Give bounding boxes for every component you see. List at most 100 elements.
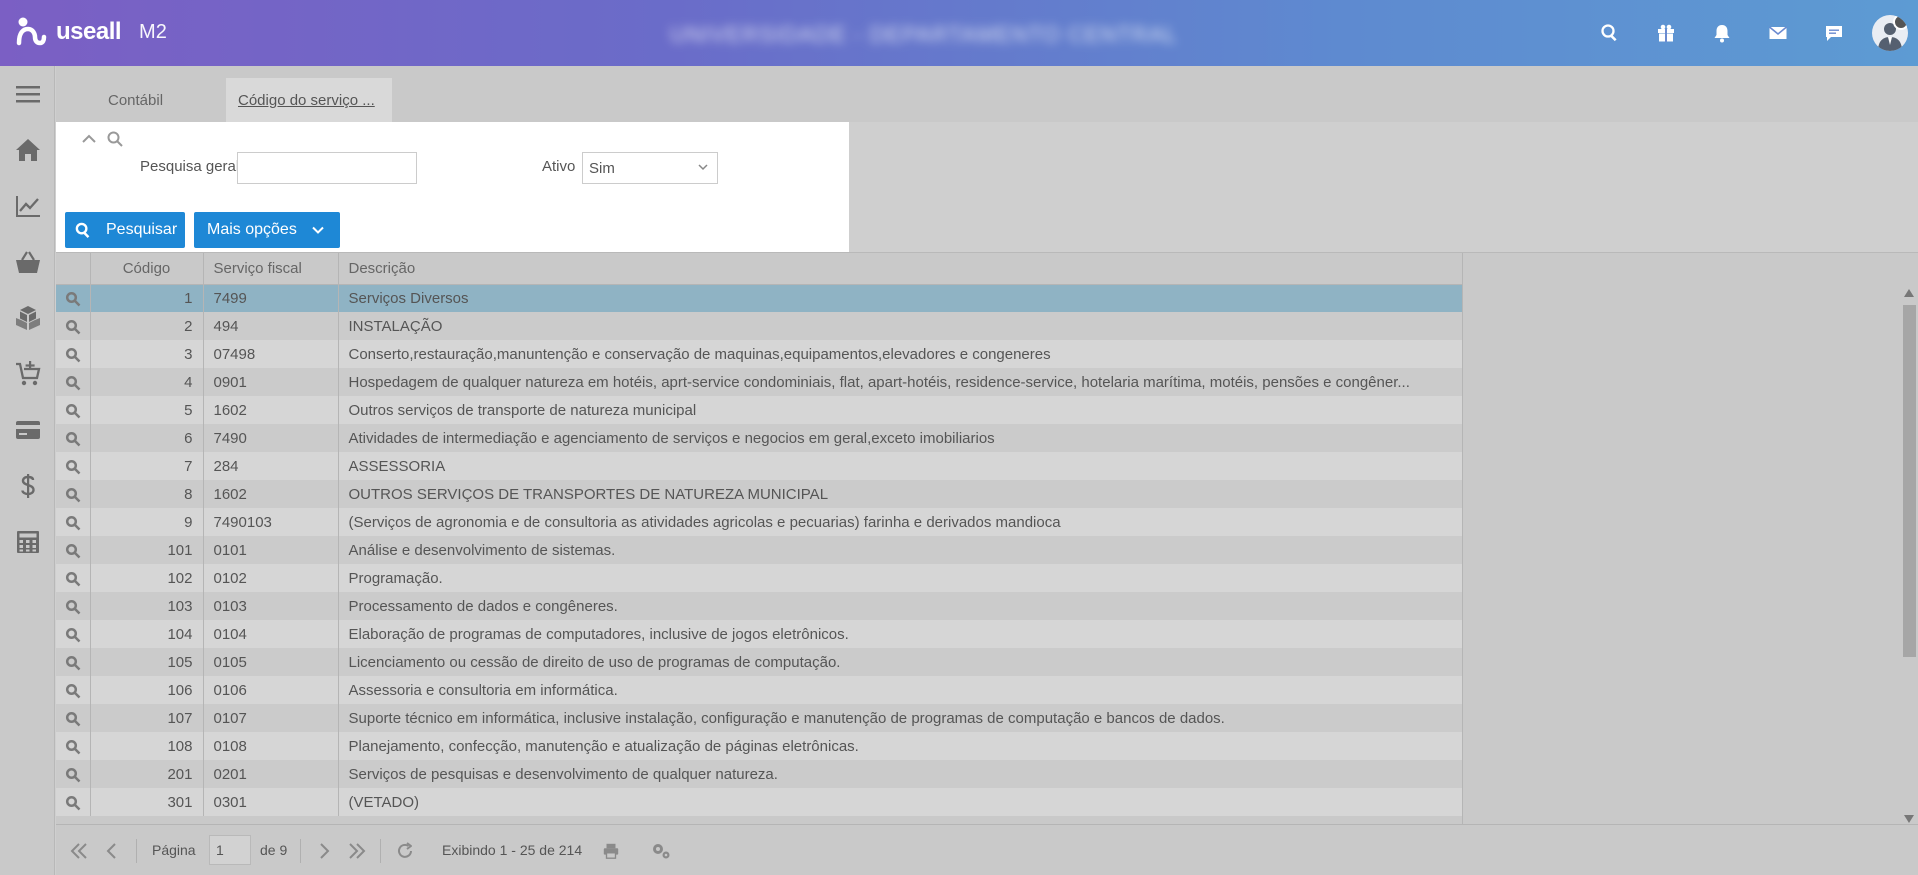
chevron-up-icon[interactable] bbox=[80, 130, 98, 148]
next-page-icon[interactable] bbox=[314, 841, 336, 861]
view-row-icon[interactable] bbox=[65, 403, 81, 419]
user-avatar[interactable] bbox=[1872, 15, 1908, 51]
calculator-icon[interactable] bbox=[0, 514, 55, 570]
filter-panel: Pesquisa geral Ativo Sim Pesquisar Mais … bbox=[56, 122, 849, 252]
table-row[interactable]: 104 0104 Elaboração de programas de comput… bbox=[56, 620, 1463, 648]
table-row[interactable]: 201 0201 Serviços de pesquisas e desenvolv… bbox=[56, 760, 1463, 788]
dollar-icon[interactable] bbox=[0, 458, 55, 514]
view-row-icon[interactable] bbox=[65, 459, 81, 475]
table-row[interactable]: 106 0106 Assessoria e consultoria em infor… bbox=[56, 676, 1463, 704]
scroll-down-icon[interactable] bbox=[1904, 815, 1914, 823]
view-row-icon[interactable] bbox=[65, 627, 81, 643]
search-icon[interactable] bbox=[1582, 0, 1638, 66]
view-row-icon[interactable] bbox=[65, 683, 81, 699]
view-row-icon[interactable] bbox=[65, 767, 81, 783]
row-view-cell[interactable] bbox=[56, 284, 91, 312]
row-view-cell[interactable] bbox=[56, 676, 91, 704]
view-row-icon[interactable] bbox=[65, 319, 81, 335]
row-view-cell[interactable] bbox=[56, 508, 91, 536]
view-row-icon[interactable] bbox=[65, 291, 81, 307]
row-view-cell[interactable] bbox=[56, 592, 91, 620]
more-options-button[interactable]: Mais opções bbox=[194, 212, 340, 248]
chart-icon[interactable] bbox=[0, 178, 55, 234]
home-icon[interactable] bbox=[0, 122, 55, 178]
last-page-icon[interactable] bbox=[346, 841, 368, 861]
chat-icon[interactable] bbox=[1806, 0, 1862, 66]
row-view-cell[interactable] bbox=[56, 760, 91, 788]
scroll-up-icon[interactable] bbox=[1904, 289, 1914, 297]
column-header-fiscal[interactable]: Serviço fiscal bbox=[203, 253, 339, 285]
first-page-icon[interactable] bbox=[68, 841, 90, 861]
tab-contabil[interactable]: Contábil bbox=[96, 78, 175, 122]
table-row[interactable]: 1 7499 Serviços Diversos bbox=[56, 284, 1463, 312]
view-row-icon[interactable] bbox=[65, 347, 81, 363]
bell-icon[interactable] bbox=[1694, 0, 1750, 66]
table-row[interactable]: 2 494 INSTALAÇÃO bbox=[56, 312, 1463, 340]
cart-add-icon[interactable] bbox=[0, 346, 55, 402]
view-row-icon[interactable] bbox=[65, 571, 81, 587]
app-logo[interactable]: useall M2 bbox=[14, 14, 167, 50]
view-row-icon[interactable] bbox=[65, 599, 81, 615]
table-row[interactable]: 101 0101 Análise e desenvolvimento de sist… bbox=[56, 536, 1463, 564]
row-view-cell[interactable] bbox=[56, 732, 91, 760]
row-view-cell[interactable] bbox=[56, 368, 91, 396]
row-view-cell[interactable] bbox=[56, 480, 91, 508]
row-view-cell[interactable] bbox=[56, 340, 91, 368]
view-row-icon[interactable] bbox=[65, 795, 81, 811]
table-row[interactable]: 102 0102 Programação. bbox=[56, 564, 1463, 592]
vertical-scrollbar[interactable] bbox=[1900, 287, 1918, 825]
row-view-cell[interactable] bbox=[56, 620, 91, 648]
view-row-icon[interactable] bbox=[65, 487, 81, 503]
view-row-icon[interactable] bbox=[65, 739, 81, 755]
previous-page-icon[interactable] bbox=[100, 841, 122, 861]
table-row[interactable]: 301 0301 (VETADO) bbox=[56, 788, 1463, 816]
table-row[interactable]: 8 1602 OUTROS SERVIÇOS DE TRANSPORTES DE N… bbox=[56, 480, 1463, 508]
table-row[interactable]: 105 0105 Licenciamento ou cessão de direit… bbox=[56, 648, 1463, 676]
search-input[interactable] bbox=[237, 152, 417, 184]
refresh-icon[interactable] bbox=[394, 841, 416, 861]
column-header-description[interactable]: Descrição bbox=[338, 253, 1463, 285]
search-button[interactable]: Pesquisar bbox=[65, 212, 185, 248]
print-icon[interactable] bbox=[600, 841, 622, 861]
more-options-label: Mais opções bbox=[207, 221, 297, 238]
boxes-icon[interactable] bbox=[0, 290, 55, 346]
settings-gears-icon[interactable] bbox=[650, 841, 672, 861]
view-row-icon[interactable] bbox=[65, 431, 81, 447]
table-row[interactable]: 9 7490103 (Serviços de agronomia e de cons… bbox=[56, 508, 1463, 536]
table-row[interactable]: 3 07498 Conserto,restauração,manuntenção e… bbox=[56, 340, 1463, 368]
table-row[interactable]: 108 0108 Planejamento, confecção, manutenç… bbox=[56, 732, 1463, 760]
table-row[interactable]: 7 284 ASSESSORIA bbox=[56, 452, 1463, 480]
tab-codigo-servico[interactable]: Código do serviço ... bbox=[226, 78, 392, 122]
view-row-icon[interactable] bbox=[65, 655, 81, 671]
row-view-cell[interactable] bbox=[56, 648, 91, 676]
row-view-cell[interactable] bbox=[56, 536, 91, 564]
app-version: M2 bbox=[139, 20, 167, 43]
view-row-icon[interactable] bbox=[65, 711, 81, 727]
column-header-code[interactable]: Código bbox=[90, 253, 204, 285]
table-row[interactable]: 4 0901 Hospedagem de qualquer natureza em … bbox=[56, 368, 1463, 396]
row-view-cell[interactable] bbox=[56, 704, 91, 732]
table-row[interactable]: 107 0107 Suporte técnico em informática, i… bbox=[56, 704, 1463, 732]
filter-toggle bbox=[80, 130, 124, 148]
mail-icon[interactable] bbox=[1750, 0, 1806, 66]
basket-icon[interactable] bbox=[0, 234, 55, 290]
table-row[interactable]: 103 0103 Processamento de dados e congêner… bbox=[56, 592, 1463, 620]
row-view-cell[interactable] bbox=[56, 312, 91, 340]
view-row-icon[interactable] bbox=[65, 515, 81, 531]
cell-code: 5 bbox=[90, 396, 204, 424]
active-select[interactable]: Sim bbox=[582, 152, 718, 184]
scrollbar-thumb[interactable] bbox=[1903, 305, 1916, 657]
page-number-input[interactable] bbox=[209, 835, 251, 865]
row-view-cell[interactable] bbox=[56, 396, 91, 424]
table-row[interactable]: 6 7490 Atividades de intermediação e agenc… bbox=[56, 424, 1463, 452]
row-view-cell[interactable] bbox=[56, 424, 91, 452]
credit-card-icon[interactable] bbox=[0, 402, 55, 458]
gift-icon[interactable] bbox=[1638, 0, 1694, 66]
row-view-cell[interactable] bbox=[56, 452, 91, 480]
menu-icon[interactable] bbox=[0, 66, 55, 122]
view-row-icon[interactable] bbox=[65, 375, 81, 391]
row-view-cell[interactable] bbox=[56, 564, 91, 592]
table-row[interactable]: 5 1602 Outros serviços de transporte de na… bbox=[56, 396, 1463, 424]
row-view-cell[interactable] bbox=[56, 788, 91, 816]
view-row-icon[interactable] bbox=[65, 543, 81, 559]
